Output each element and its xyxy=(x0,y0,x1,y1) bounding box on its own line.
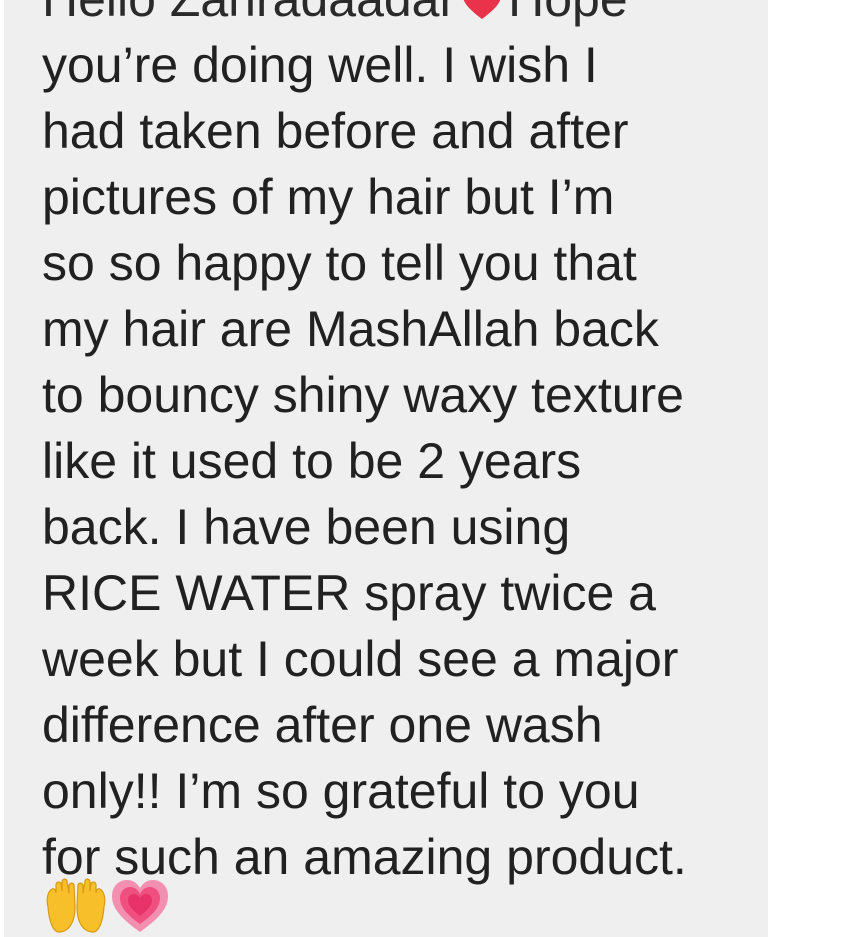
message-line: difference after one wash xyxy=(42,697,603,753)
message-line: RICE WATER spray twice a xyxy=(42,565,656,621)
message-line: back. I have been using xyxy=(42,499,571,555)
message-line: like it used to be 2 years xyxy=(42,433,582,489)
message-bubble: Hello Zahradaadar Hope you’re doing well.… xyxy=(4,0,768,937)
partial-text-before: Hello Zahradaadar xyxy=(42,0,456,27)
message-line: week but I could see a major xyxy=(42,631,679,687)
message-line: only!! I’m so grateful to you xyxy=(42,763,640,819)
red-heart-icon xyxy=(462,0,502,20)
open-hands-icon xyxy=(44,877,108,935)
partial-text-after: Hope xyxy=(508,0,628,27)
message-line-partial: Hello Zahradaadar Hope xyxy=(42,0,687,32)
message-line: so so happy to tell you that xyxy=(42,235,637,291)
message-line: my hair are MashAllah back xyxy=(42,301,659,357)
message-line: to bouncy shiny waxy texture xyxy=(42,367,684,423)
emoji-row xyxy=(44,876,170,936)
message-line: had taken before and after xyxy=(42,103,629,159)
message-text: Hello Zahradaadar Hope you’re doing well.… xyxy=(42,0,687,890)
message-line: pictures of my hair but I’m xyxy=(42,169,615,225)
growing-heart-icon xyxy=(110,878,170,934)
message-line: you’re doing well. I wish I xyxy=(42,37,598,93)
